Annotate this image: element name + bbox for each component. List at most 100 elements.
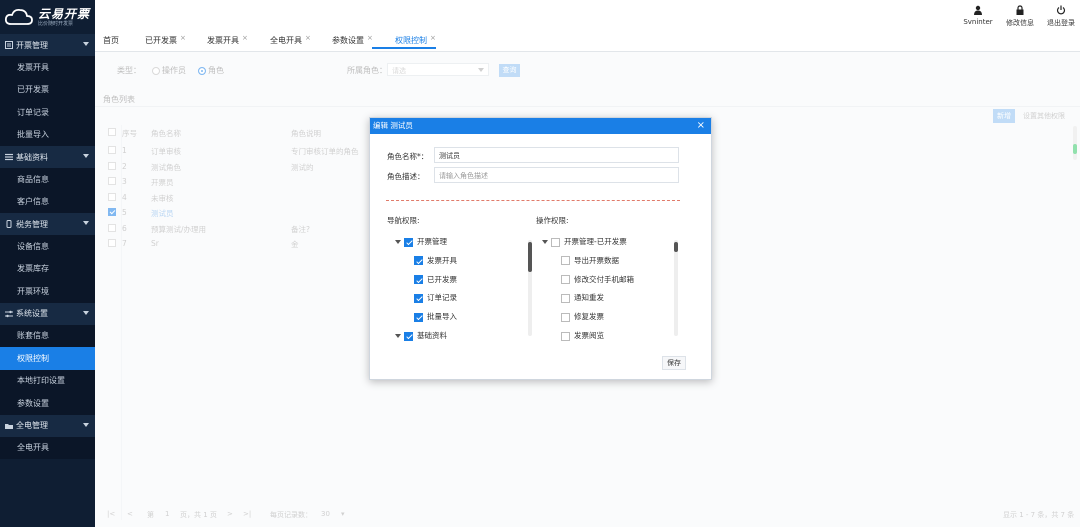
checkbox-checked-icon[interactable] <box>414 293 423 303</box>
nav-perm-tree: 开票管理发票开具已开发票订单记录批量导入基础资料 <box>395 236 535 342</box>
checkbox-icon[interactable] <box>561 256 570 266</box>
sidebar-item-0-1[interactable]: 已开发票 <box>0 78 95 101</box>
tab-close-icon[interactable]: × <box>367 34 373 42</box>
sidebar-item-0-2[interactable]: 订单记录 <box>0 101 95 124</box>
checkbox-checked-icon[interactable] <box>414 256 423 266</box>
sidebar-item-3-0[interactable]: 账套信息 <box>0 324 95 347</box>
chevron-down-icon <box>83 221 89 225</box>
tab-2[interactable]: 发票开具 × <box>207 34 248 46</box>
checkbox-checked-icon[interactable] <box>404 331 413 341</box>
sidebar-item-2-2[interactable]: 开票环境 <box>0 280 95 303</box>
tree-node-label: 开票管理 <box>417 237 447 246</box>
nav-tree-node-0[interactable]: 开票管理 <box>395 236 447 248</box>
nav-tree-node-4[interactable]: 批量导入 <box>414 311 457 323</box>
tab-label: 首页 <box>103 36 119 45</box>
op-tree-node-4[interactable]: 修复发票 <box>561 311 604 323</box>
sidebar-menu: 开票管理 发票开具 已开发票 订单记录 批量导入基础资料商品信息 客户信息 税务管理 设备信息… <box>0 34 95 459</box>
role-name-input[interactable]: 测试员 <box>434 147 679 163</box>
sidebar-group-3[interactable]: 系统设置 <box>0 302 95 325</box>
change-info-label: 修改信息 <box>1006 19 1034 27</box>
tab-close-icon[interactable]: × <box>305 34 311 42</box>
tab-close-icon[interactable]: × <box>180 34 186 42</box>
user-name: Svninter <box>963 18 993 26</box>
op-tree-node-2[interactable]: 修改交付手机邮箱 <box>561 274 634 286</box>
sidebar-group-0[interactable]: 开票管理 <box>0 34 95 56</box>
tree-node-label: 发票开具 <box>427 255 457 265</box>
user-button[interactable]: Svninter <box>958 5 998 26</box>
checkbox-icon[interactable] <box>551 237 560 247</box>
tree-node-label: 导出开票数据 <box>574 255 619 265</box>
checkbox-icon[interactable] <box>561 312 570 322</box>
expand-triangle-icon[interactable] <box>542 240 548 244</box>
checkbox-checked-icon[interactable] <box>404 237 413 247</box>
role-name-label: 角色名称*： <box>387 152 429 161</box>
tab-close-icon[interactable]: × <box>242 34 248 42</box>
checkbox-checked-icon[interactable] <box>414 275 423 285</box>
op-tree-node-1[interactable]: 导出开票数据 <box>561 255 619 267</box>
folder-icon <box>5 422 13 430</box>
tree-node-label: 发票阅览 <box>574 331 604 340</box>
settings-icon <box>5 310 13 318</box>
change-info-button[interactable]: 修改信息 <box>1000 5 1040 28</box>
modal-title: 编辑 测试员 <box>373 121 413 130</box>
op-perm-label: 操作权限: <box>536 216 569 225</box>
sidebar-group-2[interactable]: 税务管理 <box>0 213 95 235</box>
sidebar-item-2-0[interactable]: 设备信息 <box>0 235 95 258</box>
tree-node-label: 修改交付手机邮箱 <box>574 274 634 284</box>
checkbox-icon[interactable] <box>561 293 570 303</box>
sidebar-group-label: 全电管理 <box>16 421 48 430</box>
tree-node-label: 开票管理-已开发票 <box>564 237 627 246</box>
power-icon <box>1056 5 1066 15</box>
tree-node-label: 批量导入 <box>427 312 457 322</box>
save-button[interactable]: 保存 <box>662 356 686 370</box>
tree-node-label: 通知重发 <box>574 293 604 303</box>
sidebar-item-1-1[interactable]: 客户信息 <box>0 190 95 213</box>
nav-tree-node-1[interactable]: 发票开具 <box>414 255 457 267</box>
nav-tree-node-5[interactable]: 基础资料 <box>395 330 447 342</box>
nav-tree-scrollbar[interactable] <box>528 240 532 336</box>
expand-triangle-icon[interactable] <box>395 334 401 338</box>
nav-perm-label: 导航权限: <box>387 216 420 225</box>
list-icon <box>5 153 13 161</box>
edit-role-modal: 编辑 测试员 × 角色名称*： 测试员 角色描述： 请输入角色描述 导航权限: … <box>369 117 712 380</box>
op-perm-tree: 开票管理-已开发票 导出开票数据修改交付手机邮箱 通知重发修复发票发票阅览 <box>542 236 682 342</box>
sidebar-item-3-2[interactable]: 本地打印设置 <box>0 369 95 392</box>
checkbox-icon[interactable] <box>561 275 570 285</box>
role-desc-input[interactable]: 请输入角色描述 <box>434 167 679 183</box>
tree-node-label: 订单记录 <box>427 293 457 303</box>
tab-4[interactable]: 参数设置 × <box>332 34 373 46</box>
checkbox-checked-icon[interactable] <box>414 312 423 322</box>
sidebar-item-0-3[interactable]: 批量导入 <box>0 123 95 146</box>
tab-3[interactable]: 全电开具 × <box>270 34 311 46</box>
op-tree-node-3[interactable]: 通知重发 <box>561 292 604 304</box>
tab-close-icon[interactable]: × <box>430 34 436 42</box>
sidebar-item-0-0[interactable]: 发票开具 <box>0 56 95 79</box>
tab-label: 已开发票 <box>145 36 177 45</box>
expand-triangle-icon[interactable] <box>395 240 401 244</box>
logout-button[interactable]: 退出登录 <box>1041 5 1080 28</box>
sidebar-group-label: 系统设置 <box>16 309 48 318</box>
sidebar-group-4[interactable]: 全电管理 <box>0 414 95 437</box>
op-tree-scrollbar[interactable] <box>674 240 678 336</box>
sidebar-item-3-1[interactable]: 权限控制 <box>0 347 95 370</box>
logo: 云易开票 比价随时开发票 <box>0 0 95 34</box>
chevron-down-icon <box>83 310 89 315</box>
sidebar-item-4-0[interactable]: 全电开具 <box>0 436 95 459</box>
tab-label: 参数设置 <box>332 36 364 45</box>
tab-5[interactable]: 权限控制 × <box>395 34 436 46</box>
close-icon[interactable]: × <box>697 118 705 134</box>
sidebar-item-2-1[interactable]: 发票库存 <box>0 257 95 280</box>
op-tree-node-5[interactable]: 发票阅览 <box>561 330 604 342</box>
nav-tree-node-2[interactable]: 已开发票 <box>414 274 457 286</box>
sidebar-group-label: 基础资料 <box>16 152 48 162</box>
sidebar: 云易开票 比价随时开发票 开票管理 发票开具 已开发票 订单记录 批量导入基础资料商品信… <box>0 0 95 527</box>
op-tree-node-0[interactable]: 开票管理-已开发票 <box>542 236 627 248</box>
tab-1[interactable]: 已开发票 × <box>145 34 186 46</box>
sidebar-group-1[interactable]: 基础资料 <box>0 146 95 168</box>
sidebar-item-1-0[interactable]: 商品信息 <box>0 168 95 191</box>
sidebar-item-3-3[interactable]: 参数设置 <box>0 392 95 415</box>
lock-icon <box>1016 5 1024 15</box>
tab-0[interactable]: 首页 <box>103 35 119 46</box>
checkbox-icon[interactable] <box>561 331 570 341</box>
nav-tree-node-3[interactable]: 订单记录 <box>414 292 457 304</box>
